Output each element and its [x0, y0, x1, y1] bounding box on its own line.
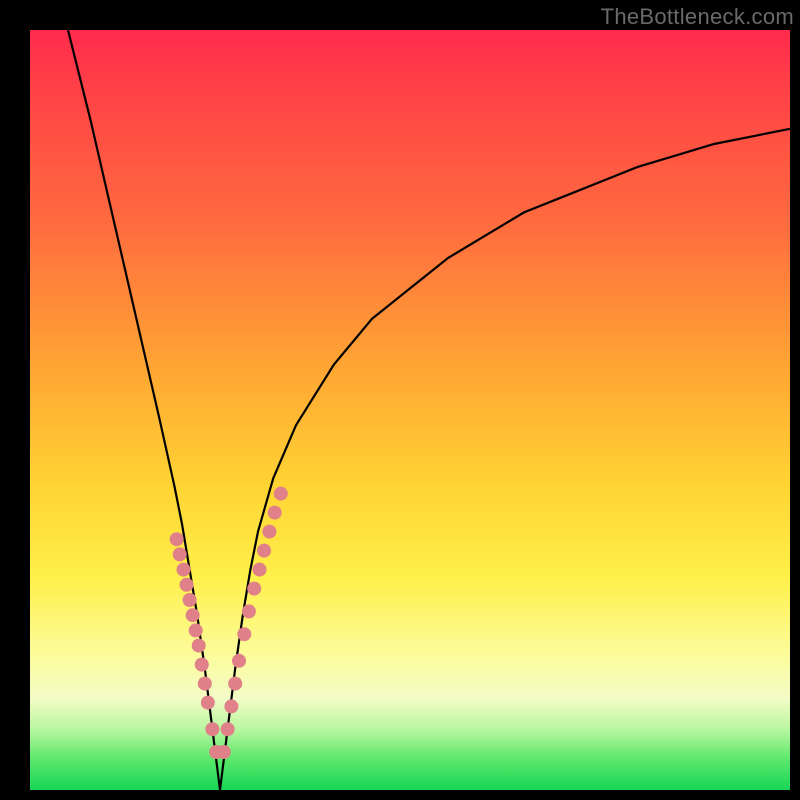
marker-dot	[221, 722, 235, 736]
chart-frame: TheBottleneck.com	[0, 0, 800, 800]
marker-dot	[192, 639, 206, 653]
marker-dot	[242, 604, 256, 618]
marker-dot	[268, 506, 282, 520]
plot-area	[30, 30, 790, 790]
marker-dot	[180, 578, 194, 592]
marker-dot	[232, 654, 246, 668]
marker-dot	[205, 722, 219, 736]
marker-dot	[228, 677, 242, 691]
marker-dot	[224, 699, 238, 713]
marker-dot	[257, 544, 271, 558]
marker-dot	[262, 525, 276, 539]
marker-dot	[173, 547, 187, 561]
marker-dot	[186, 608, 200, 622]
marker-dot	[247, 582, 261, 596]
bottleneck-curve	[68, 30, 790, 790]
marker-dot	[183, 593, 197, 607]
marker-dot	[195, 658, 209, 672]
marker-dot	[170, 532, 184, 546]
marker-dot	[217, 745, 231, 759]
marker-dot	[274, 487, 288, 501]
marker-dot	[198, 677, 212, 691]
marker-dot	[177, 563, 191, 577]
curve-svg	[30, 30, 790, 790]
marker-dot	[189, 623, 203, 637]
marker-dot	[201, 696, 215, 710]
watermark-text: TheBottleneck.com	[601, 4, 794, 30]
marker-dot	[253, 563, 267, 577]
marker-dot	[237, 627, 251, 641]
